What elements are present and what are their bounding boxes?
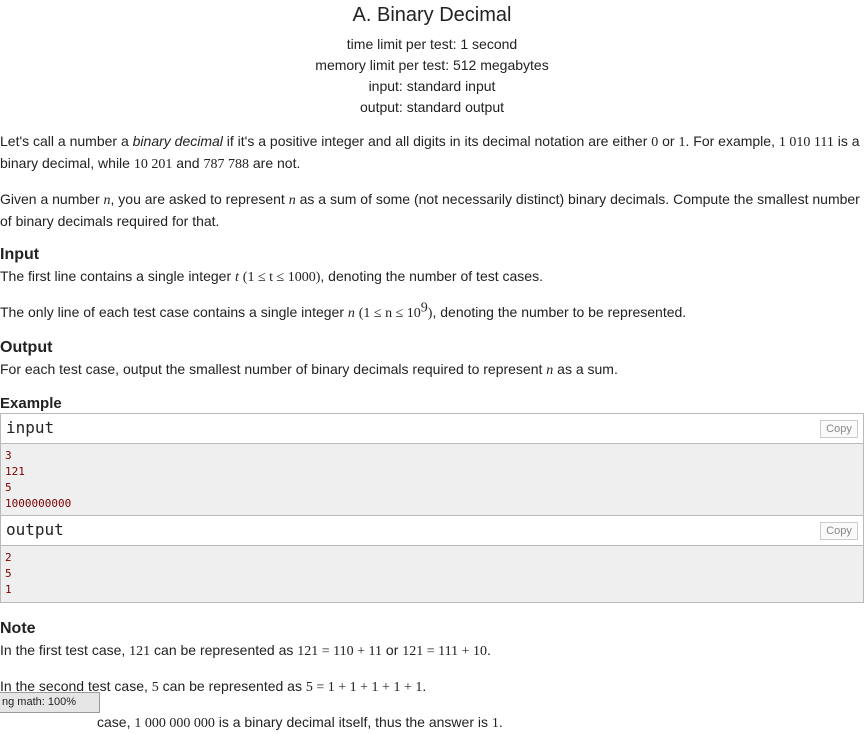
problem-statement: A. Binary Decimal time limit per test: 1… (0, 0, 864, 734)
note-heading: Note (0, 620, 36, 637)
output-label: output (6, 520, 64, 539)
math: n (288, 193, 296, 208)
statement-paragraph-1: Let's call a number a binary decimal if … (0, 131, 864, 175)
math: 5 = 1 + 1 + 1 + 1 + 1 (305, 680, 423, 695)
text: or (658, 133, 679, 149)
note-line-3: case, 1 000 000 000 is a binary decimal … (0, 712, 864, 734)
note-line-2: In the second test case, 5 can be repres… (0, 676, 864, 698)
text: case, (97, 714, 135, 730)
input-line: 1000000000 (5, 497, 72, 510)
text: if it's a positive integer and all digit… (222, 133, 652, 149)
math: n (347, 306, 355, 321)
input-line-2: The only line of each test case contains… (0, 300, 864, 324)
input-line: 3 (5, 449, 12, 462)
math: 10 201 (133, 157, 173, 172)
output-dest: output: standard output (360, 99, 504, 115)
input-line-1: The first line contains a single integer… (0, 266, 864, 288)
input-line: 121 (5, 465, 25, 478)
math: 787 788 (203, 157, 249, 172)
math: n (103, 193, 111, 208)
time-limit: time limit per test: 1 second (346, 36, 518, 52)
text: . For example, (685, 133, 779, 149)
text: . (487, 642, 491, 658)
text: Let's call a number a (0, 133, 133, 149)
text: can be represented as (158, 678, 306, 694)
text: The first line contains a single integer (0, 268, 236, 284)
copy-output-button[interactable]: Copy (820, 522, 858, 540)
text: . (422, 678, 427, 694)
input-source: input: standard input (368, 78, 496, 94)
example-input-header: input Copy (1, 414, 863, 444)
example-input-content[interactable]: 3 121 5 1000000000 (1, 444, 863, 515)
text: Given a number (0, 191, 104, 207)
input-label: input (6, 418, 55, 437)
math: 121 = 110 + 11 (297, 644, 383, 659)
output-line: 2 (5, 551, 12, 564)
text: and (172, 155, 204, 171)
input-line: 5 (5, 481, 12, 494)
input-heading: Input (0, 246, 40, 263)
math: 1 (491, 716, 499, 731)
math: (1 ≤ n ≤ 10 (358, 306, 421, 321)
output-heading: Output (0, 339, 53, 356)
text: as a sum. (553, 361, 618, 377)
text: can be represented as (150, 642, 298, 658)
output-line: For each test case, output the smallest … (0, 359, 864, 381)
output-line: 5 (5, 567, 12, 580)
math: 121 (129, 644, 151, 659)
text: , denoting the number of test cases. (320, 268, 543, 284)
output-line: 1 (5, 583, 12, 596)
text: , you are asked to represent (110, 191, 289, 207)
text: are not. (248, 155, 301, 171)
statement-paragraph-2: Given a number n, you are asked to repre… (0, 189, 864, 231)
text: The only line of each test case contains… (0, 304, 348, 320)
text: , denoting the number to be represented. (432, 304, 687, 320)
text: is a binary decimal itself, thus the ans… (214, 714, 492, 730)
example-input-box: input Copy 3 121 5 1000000000 (0, 413, 864, 516)
math-zoom-badge[interactable]: ng math: 100% (0, 692, 100, 713)
text: . (498, 714, 503, 730)
math: t (235, 270, 239, 285)
emphasis: binary decimal (132, 133, 223, 149)
example-output-box: output Copy 2 5 1 (0, 516, 864, 603)
example-output-content[interactable]: 2 5 1 (1, 546, 863, 602)
text: or (382, 642, 403, 658)
text: For each test case, output the smallest … (0, 361, 547, 377)
math-superscript: 9 (420, 300, 428, 316)
math: (1 ≤ t ≤ 1000) (242, 270, 321, 285)
math: 121 = 111 + 10 (402, 644, 488, 659)
memory-limit: memory limit per test: 512 megabytes (315, 57, 549, 73)
math: 1 010 111 (778, 135, 834, 150)
text: In the first test case, (0, 642, 130, 658)
note-line-1: In the first test case, 121 can be repre… (0, 640, 864, 662)
math: 5 (151, 680, 159, 695)
example-heading: Example (0, 395, 62, 412)
example-output-header: output Copy (1, 516, 863, 546)
problem-title: A. Binary Decimal (352, 4, 512, 26)
math: 1 000 000 000 (134, 716, 215, 731)
copy-input-button[interactable]: Copy (820, 420, 858, 438)
limits-block: time limit per test: 1 second memory lim… (0, 34, 864, 118)
